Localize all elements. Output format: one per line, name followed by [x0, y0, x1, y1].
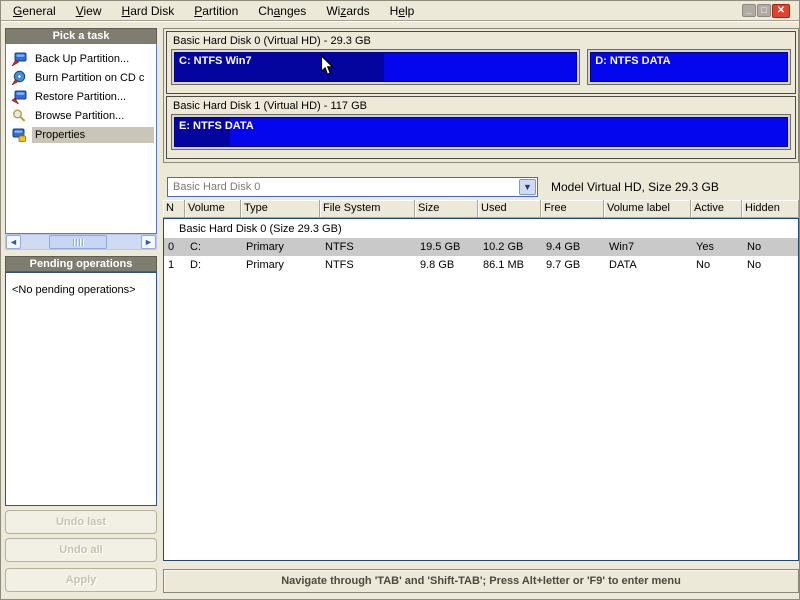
disk-map-panel: Basic Hard Disk 0 (Virtual HD) - 29.3 GB… — [163, 28, 799, 163]
table-row-c[interactable]: 0 C: Primary NTFS 19.5 GB 10.2 GB 9.4 GB… — [164, 238, 798, 256]
pick-a-task-header: Pick a task — [5, 28, 157, 44]
column-header-type[interactable]: Type — [241, 200, 320, 218]
cell-active: No — [696, 259, 711, 271]
partition-d-label: D: NTFS DATA — [595, 55, 671, 67]
cell-free: 9.7 GB — [546, 259, 581, 271]
disk-select-dropdown[interactable]: Basic Hard Disk 0 ▼ — [167, 177, 538, 197]
menu-general[interactable]: General — [3, 2, 66, 20]
menu-hard-disk[interactable]: Hard Disk — [112, 2, 185, 20]
column-header-size[interactable]: Size — [415, 200, 478, 218]
partition-c-bar[interactable]: C: NTFS Win7 — [171, 49, 581, 85]
partition-table: N Volume Type File System Size Used Free… — [163, 200, 799, 561]
pending-operations-list: <No pending operations> — [5, 272, 157, 506]
disk-0-box: Basic Hard Disk 0 (Virtual HD) - 29.3 GB… — [166, 31, 796, 94]
scrollbar-thumb[interactable] — [49, 235, 107, 249]
task-browse-partition[interactable]: Browse Partition... — [6, 106, 156, 125]
partition-manager-window: General View Hard Disk Partition Changes… — [0, 0, 800, 600]
disk-group-row: Basic Hard Disk 0 (Size 29.3 GB) — [179, 223, 342, 235]
task-label: Browse Partition... — [35, 109, 125, 122]
column-header-hidden[interactable]: Hidden — [742, 200, 799, 218]
chevron-down-icon[interactable]: ▼ — [519, 179, 536, 195]
cell-hidden: No — [747, 259, 762, 271]
column-header-active[interactable]: Active — [691, 200, 742, 218]
partition-e-bar[interactable]: E: NTFS DATA — [171, 114, 791, 150]
table-body: Basic Hard Disk 0 (Size 29.3 GB) 0 C: Pr… — [163, 218, 799, 561]
column-header-free[interactable]: Free — [541, 200, 604, 218]
menu-bar: General View Hard Disk Partition Changes… — [1, 1, 799, 21]
maximize-button[interactable]: □ — [757, 4, 771, 17]
cell-file-system: NTFS — [325, 259, 354, 271]
menu-wizards[interactable]: Wizards — [316, 2, 379, 20]
column-header-file-system[interactable]: File System — [320, 200, 415, 218]
disk-1-title: Basic Hard Disk 1 (Virtual HD) - 117 GB — [173, 100, 367, 112]
window-controls: _ □ ✕ — [742, 4, 790, 18]
no-pending-operations-text: <No pending operations> — [12, 284, 136, 296]
browse-icon — [11, 108, 27, 124]
cell-free: 9.4 GB — [546, 241, 581, 253]
cell-size: 19.5 GB — [420, 241, 461, 253]
disk-selector-row: Basic Hard Disk 0 ▼ Model Virtual HD, Si… — [167, 177, 797, 197]
task-list-scrollbar: ◄ ► — [5, 234, 157, 250]
cell-volume-label: Win7 — [609, 241, 635, 253]
disk-0-title: Basic Hard Disk 0 (Virtual HD) - 29.3 GB — [173, 35, 371, 47]
column-header-volume-label[interactable]: Volume label — [604, 200, 691, 218]
table-header-row: N Volume Type File System Size Used Free… — [163, 200, 799, 218]
task-label: Burn Partition on CD c — [35, 71, 145, 84]
cell-used: 86.1 MB — [483, 259, 524, 271]
properties-icon — [11, 127, 27, 143]
task-burn-partition-cd[interactable]: Burn Partition on CD c — [6, 68, 156, 87]
disk-select-value: Basic Hard Disk 0 — [173, 181, 261, 193]
backup-disk-icon — [11, 51, 27, 67]
task-back-up-partition[interactable]: Back Up Partition... — [6, 49, 156, 68]
menu-help[interactable]: Help — [380, 2, 425, 20]
task-label: Back Up Partition... — [35, 52, 130, 65]
column-header-volume[interactable]: Volume — [185, 200, 241, 218]
table-row-d[interactable]: 1 D: Primary NTFS 9.8 GB 86.1 MB 9.7 GB … — [164, 256, 798, 274]
cell-type: Primary — [246, 241, 284, 253]
task-properties[interactable]: Properties — [6, 125, 156, 144]
burn-cd-icon — [11, 70, 27, 86]
minimize-button[interactable]: _ — [742, 4, 756, 17]
disk-1-box: Basic Hard Disk 1 (Virtual HD) - 117 GB … — [166, 96, 796, 159]
menu-partition[interactable]: Partition — [184, 2, 248, 20]
task-list: Back Up Partition... Burn Partition on C… — [5, 43, 157, 234]
cell-n: 1 — [168, 259, 175, 271]
close-button[interactable]: ✕ — [772, 4, 790, 18]
cell-active: Yes — [696, 241, 714, 253]
column-header-n[interactable]: N — [163, 200, 185, 218]
cell-n: 0 — [168, 241, 175, 253]
scroll-right-arrow-icon[interactable]: ► — [141, 235, 156, 249]
cell-size: 9.8 GB — [420, 259, 455, 271]
mouse-cursor — [320, 54, 334, 81]
restore-disk-icon — [11, 89, 27, 105]
disk-model-info: Model Virtual HD, Size 29.3 GB — [551, 180, 719, 194]
cell-type: Primary — [246, 259, 284, 271]
cell-volume-label: DATA — [609, 259, 637, 271]
cell-used: 10.2 GB — [483, 241, 524, 253]
undo-last-button[interactable]: Undo last — [5, 510, 157, 534]
scroll-left-arrow-icon[interactable]: ◄ — [6, 235, 21, 249]
cell-file-system: NTFS — [325, 241, 354, 253]
status-bar: Navigate through 'TAB' and 'Shift-TAB'; … — [163, 569, 799, 593]
undo-all-button[interactable]: Undo all — [5, 538, 157, 562]
apply-button[interactable]: Apply — [5, 568, 157, 592]
task-label: Properties — [32, 126, 154, 143]
scrollbar-track[interactable] — [21, 235, 141, 249]
cell-hidden: No — [747, 241, 762, 253]
partition-c-label: C: NTFS Win7 — [179, 55, 252, 67]
partition-d-bar[interactable]: D: NTFS DATA — [587, 49, 791, 85]
cell-volume: D: — [190, 259, 201, 271]
partition-e-label: E: NTFS DATA — [179, 120, 254, 132]
pending-operations-header: Pending operations — [5, 256, 157, 272]
menu-view[interactable]: View — [66, 2, 112, 20]
cell-volume: C: — [190, 241, 201, 253]
task-label: Restore Partition... — [35, 90, 127, 103]
column-header-used[interactable]: Used — [478, 200, 541, 218]
menu-changes[interactable]: Changes — [248, 2, 316, 20]
task-restore-partition[interactable]: Restore Partition... — [6, 87, 156, 106]
